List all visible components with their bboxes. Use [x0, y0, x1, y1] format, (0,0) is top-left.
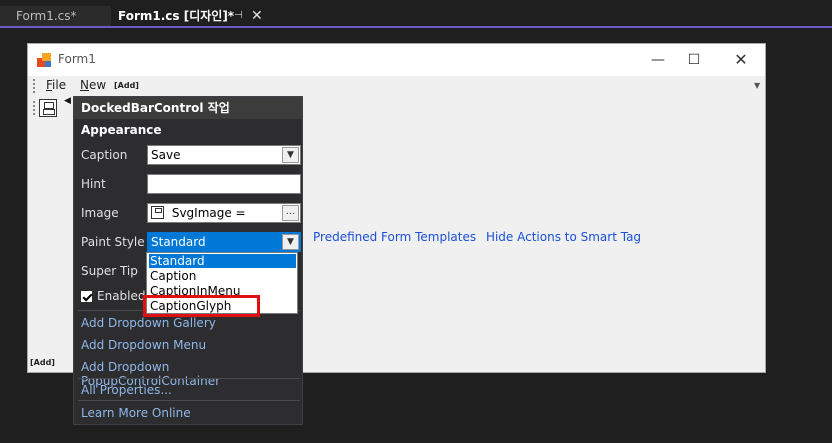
status-bar-add-item[interactable]: [Add] [30, 358, 55, 367]
bar-grip-icon[interactable] [33, 79, 35, 93]
paint-style-value: Standard [151, 235, 206, 249]
caption-label: Caption [81, 148, 128, 162]
dropdown-option-standard[interactable]: Standard [149, 254, 296, 268]
save-icon[interactable] [39, 99, 57, 117]
all-properties-link[interactable]: All Properties... [81, 383, 172, 397]
minimize-icon[interactable]: — [646, 50, 670, 70]
caption-value: Save [151, 148, 181, 162]
menu-add-item[interactable]: [Add] [114, 81, 139, 90]
hide-actions-link[interactable]: Hide Actions to Smart Tag [486, 230, 641, 244]
main-menu-bar: File New [Add] ▼ [28, 76, 765, 96]
predefined-form-templates-link[interactable]: Predefined Form Templates [313, 230, 476, 244]
super-tip-label: Super Tip [81, 264, 138, 278]
svg-image-icon [151, 206, 164, 219]
app-logo-icon [37, 53, 51, 67]
maximize-icon[interactable]: ☐ [682, 50, 706, 70]
close-window-icon[interactable]: ✕ [729, 50, 753, 70]
divider [78, 378, 300, 379]
bar-customize-icon[interactable]: ▼ [754, 81, 760, 90]
bar-grip-icon[interactable] [33, 101, 35, 115]
paint-style-label: Paint Style [81, 235, 145, 249]
tab-label: Form1.cs [디자인]* [118, 9, 235, 23]
image-value: SvgImage = [171, 206, 246, 220]
enabled-checkbox[interactable] [81, 291, 92, 302]
learn-more-link[interactable]: Learn More Online [81, 406, 191, 420]
close-icon[interactable]: ✕ [251, 6, 263, 26]
tab-form1-designer[interactable]: Form1.cs [디자인]* ⊣ ✕ [115, 6, 267, 26]
caption-combo[interactable]: Save ▼ [147, 145, 301, 165]
ellipsis-icon[interactable]: ... [282, 205, 299, 221]
paint-style-combo[interactable]: Standard ▼ [147, 232, 301, 252]
chevron-down-icon[interactable]: ▼ [282, 234, 299, 250]
tab-form1-cs[interactable]: Form1.cs* [0, 6, 111, 26]
highlight-box [143, 295, 260, 317]
panel-title: DockedBarControl 작업 [74, 97, 302, 119]
image-field[interactable]: SvgImage = ... [147, 203, 301, 223]
smart-tag-arrow-icon[interactable]: ◀ [64, 96, 71, 106]
divider [78, 400, 300, 401]
hint-input[interactable] [147, 174, 301, 194]
image-label: Image [81, 206, 119, 220]
form-title: Form1 [58, 52, 96, 66]
add-dropdown-gallery-link[interactable]: Add Dropdown Gallery [81, 316, 216, 330]
menu-file[interactable]: File [46, 78, 66, 92]
section-appearance: Appearance [81, 123, 162, 137]
pin-icon[interactable]: ⊣ [234, 6, 243, 26]
tab-label: Form1.cs* [16, 9, 77, 23]
chevron-down-icon[interactable]: ▼ [282, 147, 299, 163]
dropdown-option-caption[interactable]: Caption [149, 269, 296, 283]
form-titlebar: Form1 — ☐ ✕ [28, 44, 765, 76]
hint-label: Hint [81, 177, 106, 191]
add-dropdown-menu-link[interactable]: Add Dropdown Menu [81, 338, 206, 352]
enabled-label: Enabled [97, 289, 146, 303]
designer-links: Predefined Form Templates Hide Actions t… [313, 230, 647, 244]
menu-new[interactable]: New [80, 78, 106, 92]
document-tab-strip: Form1.cs* Form1.cs [디자인]* ⊣ ✕ [0, 0, 832, 28]
